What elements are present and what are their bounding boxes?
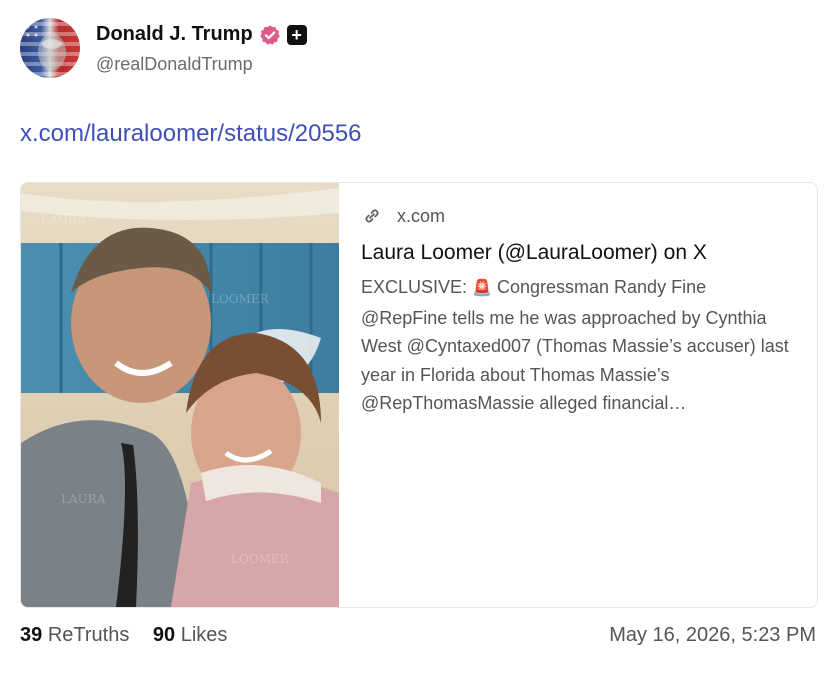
preview-title[interactable]: Laura Loomer (@LauraLoomer) on X (361, 241, 797, 265)
siren-icon: 🚨 (472, 280, 492, 297)
link-chain-icon (365, 209, 379, 223)
preview-description: EXCLUSIVE: 🚨 Congressman Randy Fine @Rep… (361, 273, 797, 418)
likes-count: 90 (152, 624, 176, 646)
post-timestamp[interactable]: May 16, 2026, 5:23 PM (609, 624, 816, 647)
user-handle[interactable]: @realDonaldTrump (96, 54, 307, 75)
display-name[interactable]: Donald J. Trump (96, 23, 253, 46)
likes-stat[interactable]: 90 Likes (153, 624, 228, 646)
retruths-label: ReTruths (47, 624, 130, 646)
avatar[interactable] (20, 18, 80, 78)
svg-text:LOOMER: LOOMER (211, 292, 270, 306)
likes-label: Likes (180, 624, 228, 646)
post-header: Donald J. Trump + @realDonaldTrump (20, 18, 307, 78)
preview-image[interactable]: LAURA LOOMER LAURA LOOMER (21, 183, 339, 607)
verified-badge-icon (259, 24, 280, 45)
svg-text:LAURA: LAURA (41, 212, 86, 226)
retruths-count: 39 (20, 624, 43, 646)
link-preview-card[interactable]: LAURA LOOMER LAURA LOOMER x.com Laura Loom… (20, 182, 818, 608)
post-footer: 39 ReTruths 90 Likes May 16, 2026, 5:23 … (20, 624, 816, 647)
description-prefix: EXCLUSIVE: (361, 277, 473, 297)
svg-text:LOOMER: LOOMER (231, 552, 290, 566)
description-text: Congressman Randy Fine @RepFine tells me… (361, 277, 789, 413)
plus-badge-icon: + (286, 24, 307, 45)
retruths-stat[interactable]: 39 ReTruths (20, 624, 129, 646)
post-link[interactable]: x.com/lauraloomer/status/20556 (20, 120, 362, 148)
preview-domain: x.com (397, 205, 446, 226)
svg-text:LAURA: LAURA (61, 492, 106, 506)
